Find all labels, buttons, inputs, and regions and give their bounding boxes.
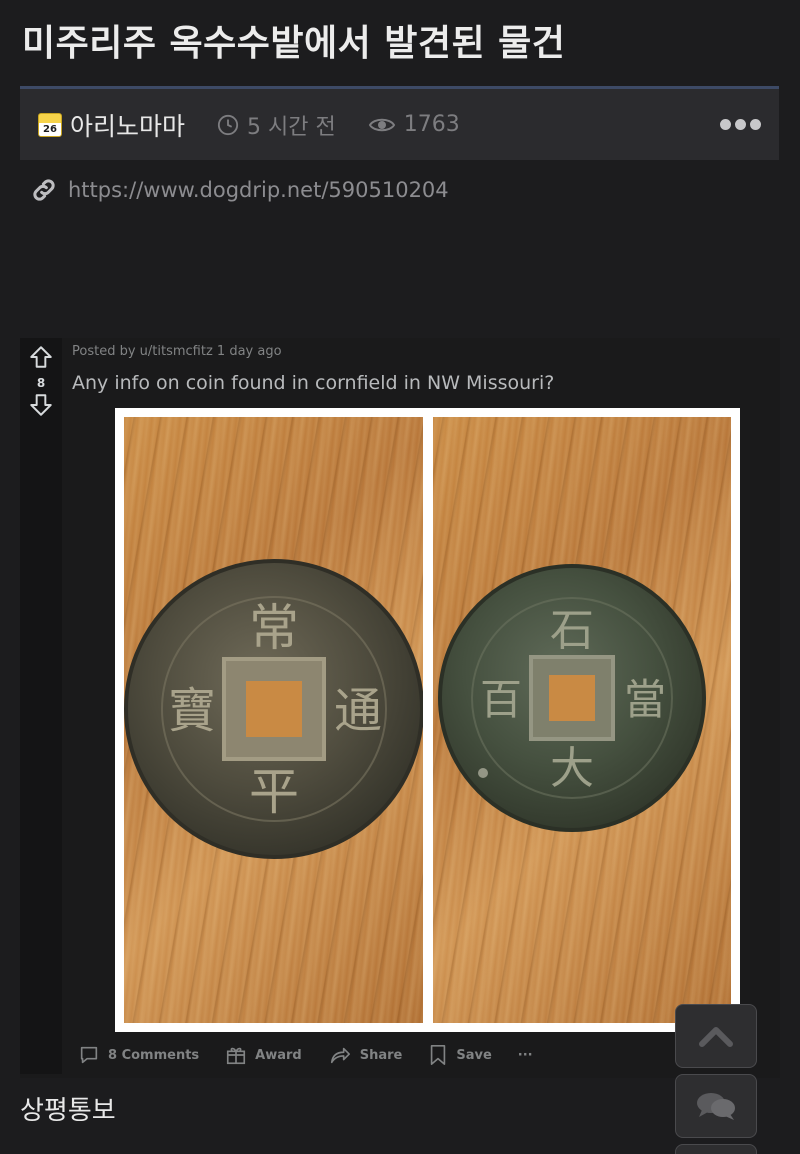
coin-char: 常	[249, 599, 299, 657]
post-meta-bar: 26 아리노마마 5 시간 전 1763	[20, 86, 779, 160]
bookmark-icon	[431, 1045, 446, 1065]
source-url-link[interactable]: https://www.dogdrip.net/590510204	[68, 178, 449, 202]
downvote-arrow-icon[interactable]	[28, 392, 54, 418]
clock-icon	[217, 114, 239, 135]
post-actions-bar: 8 Comments Award Share Save ···	[78, 1044, 559, 1066]
coin-back-photo: 石 大 當 百	[432, 417, 731, 1023]
share-icon	[330, 1047, 350, 1064]
share-button[interactable]: Share	[328, 1044, 403, 1066]
coin-front-image: 常 平 通 寶	[124, 559, 423, 859]
source-link-row: https://www.dogdrip.net/590510204	[30, 176, 449, 204]
coin-char: 石	[550, 605, 594, 656]
comments-shortcut-button[interactable]	[675, 1074, 757, 1138]
coin-char: 通	[334, 683, 382, 739]
post-time: 5 시간 전	[217, 109, 336, 141]
coin-char: 當	[623, 675, 665, 724]
save-label: Save	[456, 1047, 492, 1063]
comments-label: 8 Comments	[108, 1047, 200, 1063]
save-button[interactable]: Save	[428, 1044, 492, 1066]
more-label: ···	[517, 1047, 533, 1063]
dot-icon	[735, 119, 746, 130]
coin-front-photo: 常 平 通 寶	[124, 417, 423, 1023]
post-caption: 상평통보	[20, 1096, 116, 1126]
coin-char: 百	[479, 675, 521, 724]
award-button[interactable]: Award	[225, 1044, 302, 1066]
dot-icon	[720, 119, 731, 130]
dot-icon	[750, 119, 761, 130]
views-text: 1763	[403, 112, 460, 137]
chevron-up-icon	[699, 1027, 733, 1047]
coin-back-image: 石 大 當 百	[437, 564, 706, 832]
view-count: 1763	[368, 112, 460, 137]
posted-by-line: Posted by u/titsmcfitz 1 day ago	[72, 344, 282, 359]
eye-icon	[368, 118, 395, 131]
link-icon	[33, 179, 55, 201]
coin-char: 平	[249, 763, 299, 821]
vote-count: 8	[36, 376, 46, 390]
scroll-to-top-button[interactable]	[675, 1004, 757, 1068]
gift-icon	[227, 1047, 246, 1065]
chat-bubbles-icon	[697, 1093, 735, 1120]
more-actions-button[interactable]: ···	[518, 1048, 533, 1063]
coin-char: 大	[550, 743, 594, 794]
share-label: Share	[359, 1047, 403, 1063]
extra-floating-button[interactable]	[675, 1144, 757, 1154]
user-level-badge: 26	[38, 112, 62, 137]
embedded-reddit-post: 8 Posted by u/titsmcfitz 1 day ago Any i…	[20, 338, 780, 1078]
comments-button[interactable]: 8 Comments	[78, 1044, 199, 1066]
more-options-button[interactable]	[720, 119, 761, 130]
vote-column: 8	[20, 338, 62, 1074]
reddit-post-title[interactable]: Any info on coin found in cornfield in N…	[72, 372, 554, 394]
coin-photo[interactable]: 常 平 通 寶 石 大 當 百	[115, 408, 740, 1032]
comment-icon	[80, 1046, 98, 1064]
page-title: 미주리주 옥수수밭에서 발견된 물건	[22, 23, 566, 64]
coin-char: 寶	[168, 683, 216, 739]
time-ago-text: 5 시간 전	[247, 114, 336, 140]
author-name[interactable]: 아리노마마	[70, 107, 185, 143]
upvote-arrow-icon[interactable]	[28, 344, 54, 370]
award-label: Award	[255, 1047, 302, 1063]
